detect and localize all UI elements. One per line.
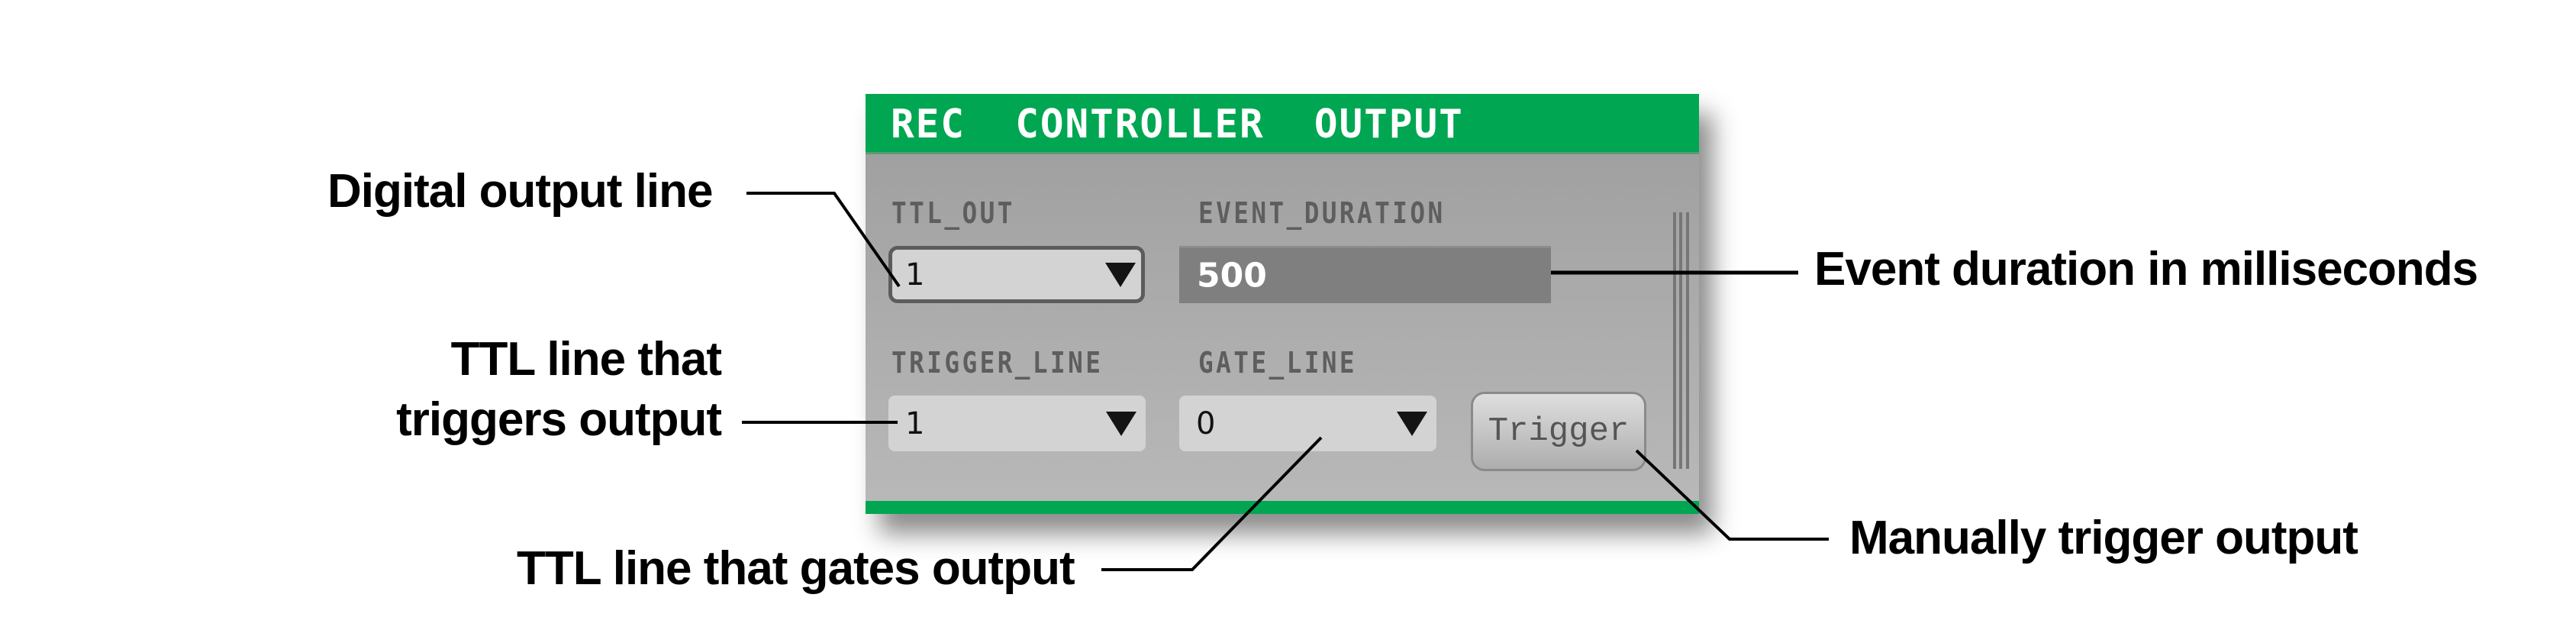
gate-line-label: GATE_LINE [1198,346,1358,380]
event-duration-value: 500 [1197,256,1267,296]
panel-footer [866,501,1699,514]
chevron-down-icon [1105,262,1136,287]
chevron-down-icon [1397,411,1427,436]
gate-line-value: 0 [1196,405,1216,441]
callout-trigger-line-2: triggers output [396,393,722,446]
callout-trigger-line-1: TTL line that [450,333,722,386]
scrollbar-line [1686,212,1689,469]
panel-title: REC CONTROLLER OUTPUT [891,102,1464,147]
trigger-button[interactable]: Trigger [1471,392,1646,471]
callout-digital-output-line: Digital output line [327,165,713,218]
gate-line-select[interactable]: 0 [1179,396,1436,451]
ttl-out-value: 1 [905,257,925,292]
callout-event-duration: Event duration in milliseconds [1814,243,2478,296]
trigger-line-label: TRIGGER_LINE [891,346,1104,380]
chevron-down-icon [1106,411,1136,436]
ttl-out-label: TTL_OUT [891,196,1015,230]
trigger-line-select[interactable]: 1 [888,396,1146,451]
rec-controller-output-panel: REC CONTROLLER OUTPUT TTL_OUT 1 EVENT_DU… [866,94,1699,514]
scrollbar-line [1679,212,1682,469]
event-duration-input[interactable]: 500 [1179,246,1551,303]
callout-gate-line: TTL line that gates output [517,542,1075,595]
callout-manually-trigger: Manually trigger output [1849,512,2358,564]
scrollbar-line [1673,212,1676,469]
ttl-out-select[interactable]: 1 [888,246,1145,303]
event-duration-label: EVENT_DURATION [1198,196,1446,230]
panel-header: REC CONTROLLER OUTPUT [866,94,1699,154]
trigger-button-label: Trigger [1488,412,1630,451]
trigger-line-value: 1 [905,405,925,441]
scrollbar[interactable] [1673,212,1690,469]
